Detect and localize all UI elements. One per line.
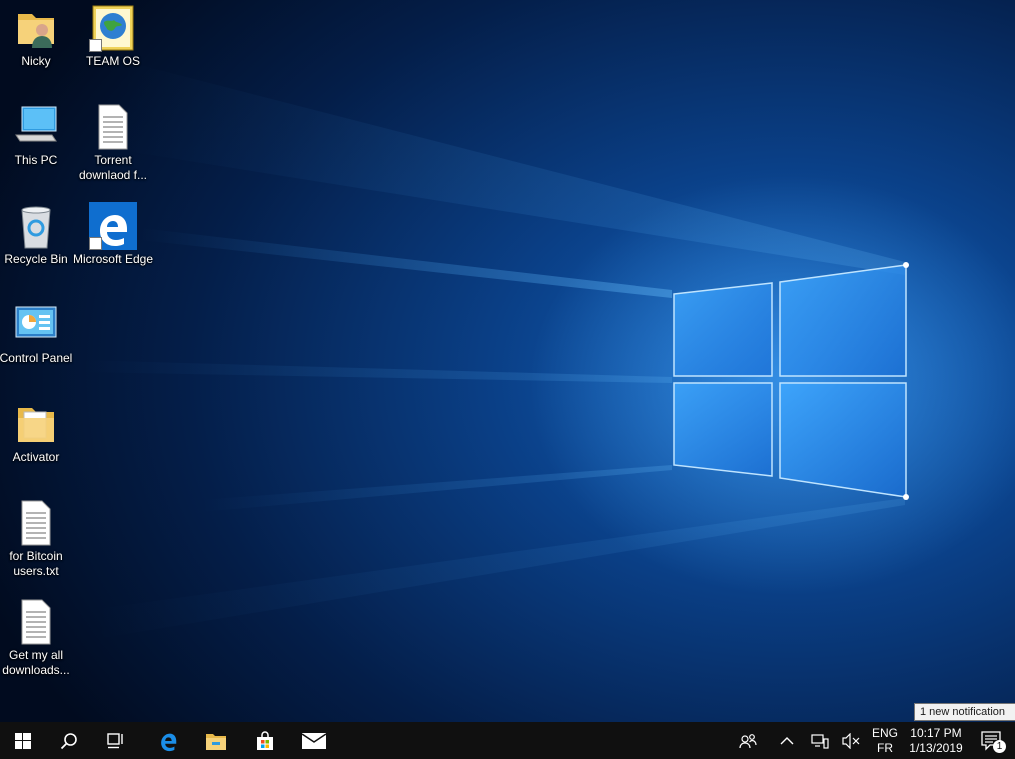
text-file-icon	[12, 499, 60, 547]
desktop-icon-torrent-file[interactable]: Torrent downlaod f...	[70, 103, 156, 183]
computer-icon	[12, 103, 60, 151]
language-code: ENG	[871, 725, 898, 740]
desktop-icon-label: Get my all downloads...	[2, 648, 70, 677]
file-explorer-icon	[206, 733, 226, 750]
taskbar-file-explorer-button[interactable]	[193, 722, 239, 759]
shortcut-arrow-icon	[89, 237, 102, 250]
task-view-button[interactable]	[93, 722, 139, 759]
taskbar-edge-button[interactable]	[145, 722, 191, 759]
desktop-icon-label: Nicky	[21, 54, 51, 68]
desktop-icon-label: Recycle Bin	[4, 252, 68, 266]
action-center-button[interactable]: 1	[968, 722, 1015, 759]
desktop-icon-label: Torrent downlaod f...	[78, 153, 148, 182]
desktop-icon-label: Microsoft Edge	[72, 252, 154, 266]
search-icon	[60, 732, 77, 749]
clock-button[interactable]: 10:17 PM 1/13/2019	[904, 722, 968, 759]
notification-badge: 1	[993, 740, 1006, 753]
desktop-icon-downloads-file[interactable]: Get my all downloads...	[0, 598, 79, 678]
network-icon	[811, 733, 829, 749]
keyboard-layout: FR	[876, 740, 893, 755]
taskbar-store-button[interactable]	[242, 722, 288, 759]
clock-date: 1/13/2019	[909, 740, 963, 755]
shortcut-arrow-icon	[89, 39, 102, 52]
recycle-bin-icon	[12, 202, 60, 250]
network-button[interactable]	[806, 722, 834, 759]
text-file-icon	[89, 103, 137, 151]
desktop-icon-label: Activator	[12, 450, 60, 464]
desktop-icon-label: This PC	[14, 153, 58, 167]
notification-toast[interactable]: 1 new notification	[914, 703, 1015, 721]
people-button[interactable]	[734, 722, 762, 759]
desktop-icon-label: for Bitcoin users.txt	[9, 549, 63, 578]
volume-button[interactable]	[838, 722, 864, 759]
desktop-icon-team-os[interactable]: TEAM OS	[70, 4, 156, 69]
show-hidden-icons-button[interactable]	[776, 722, 798, 759]
folder-icon	[12, 400, 60, 448]
desktop-icon-microsoft-edge[interactable]: Microsoft Edge	[70, 202, 156, 267]
store-icon	[257, 730, 273, 750]
edge-icon	[89, 202, 137, 250]
volume-muted-icon	[842, 732, 860, 749]
desktop-icon-label: Control Panel	[0, 351, 73, 365]
search-button[interactable]	[46, 722, 92, 759]
desktop-icon-bitcoin-file[interactable]: for Bitcoin users.txt	[0, 499, 79, 579]
desktop-icon-control-panel[interactable]: Control Panel	[0, 301, 79, 366]
control-panel-icon	[12, 301, 60, 349]
desktop-icon-activator[interactable]: Activator	[0, 400, 79, 465]
globe-shortcut-icon	[89, 4, 137, 52]
start-icon	[15, 732, 31, 749]
clock-time: 10:17 PM	[910, 725, 962, 740]
people-icon	[739, 733, 757, 748]
desktop-icon-this-pc[interactable]: This PC	[0, 103, 79, 168]
input-language-button[interactable]: ENG FR	[868, 722, 902, 759]
user-folder-icon	[12, 4, 60, 52]
taskbar: ENG FR 10:17 PM 1/13/2019 1	[0, 722, 1015, 759]
edge-icon	[161, 733, 177, 751]
desktop-icon-label: TEAM OS	[85, 54, 140, 68]
text-file-icon	[12, 598, 60, 646]
chevron-up-icon	[780, 736, 794, 744]
taskbar-mail-button[interactable]	[291, 722, 337, 759]
start-button[interactable]	[0, 722, 46, 759]
desktop-icon-recycle-bin[interactable]: Recycle Bin	[0, 202, 79, 267]
desktop-icon-nicky[interactable]: Nicky	[0, 4, 79, 69]
mail-icon	[302, 732, 326, 749]
task-view-icon	[107, 732, 123, 748]
